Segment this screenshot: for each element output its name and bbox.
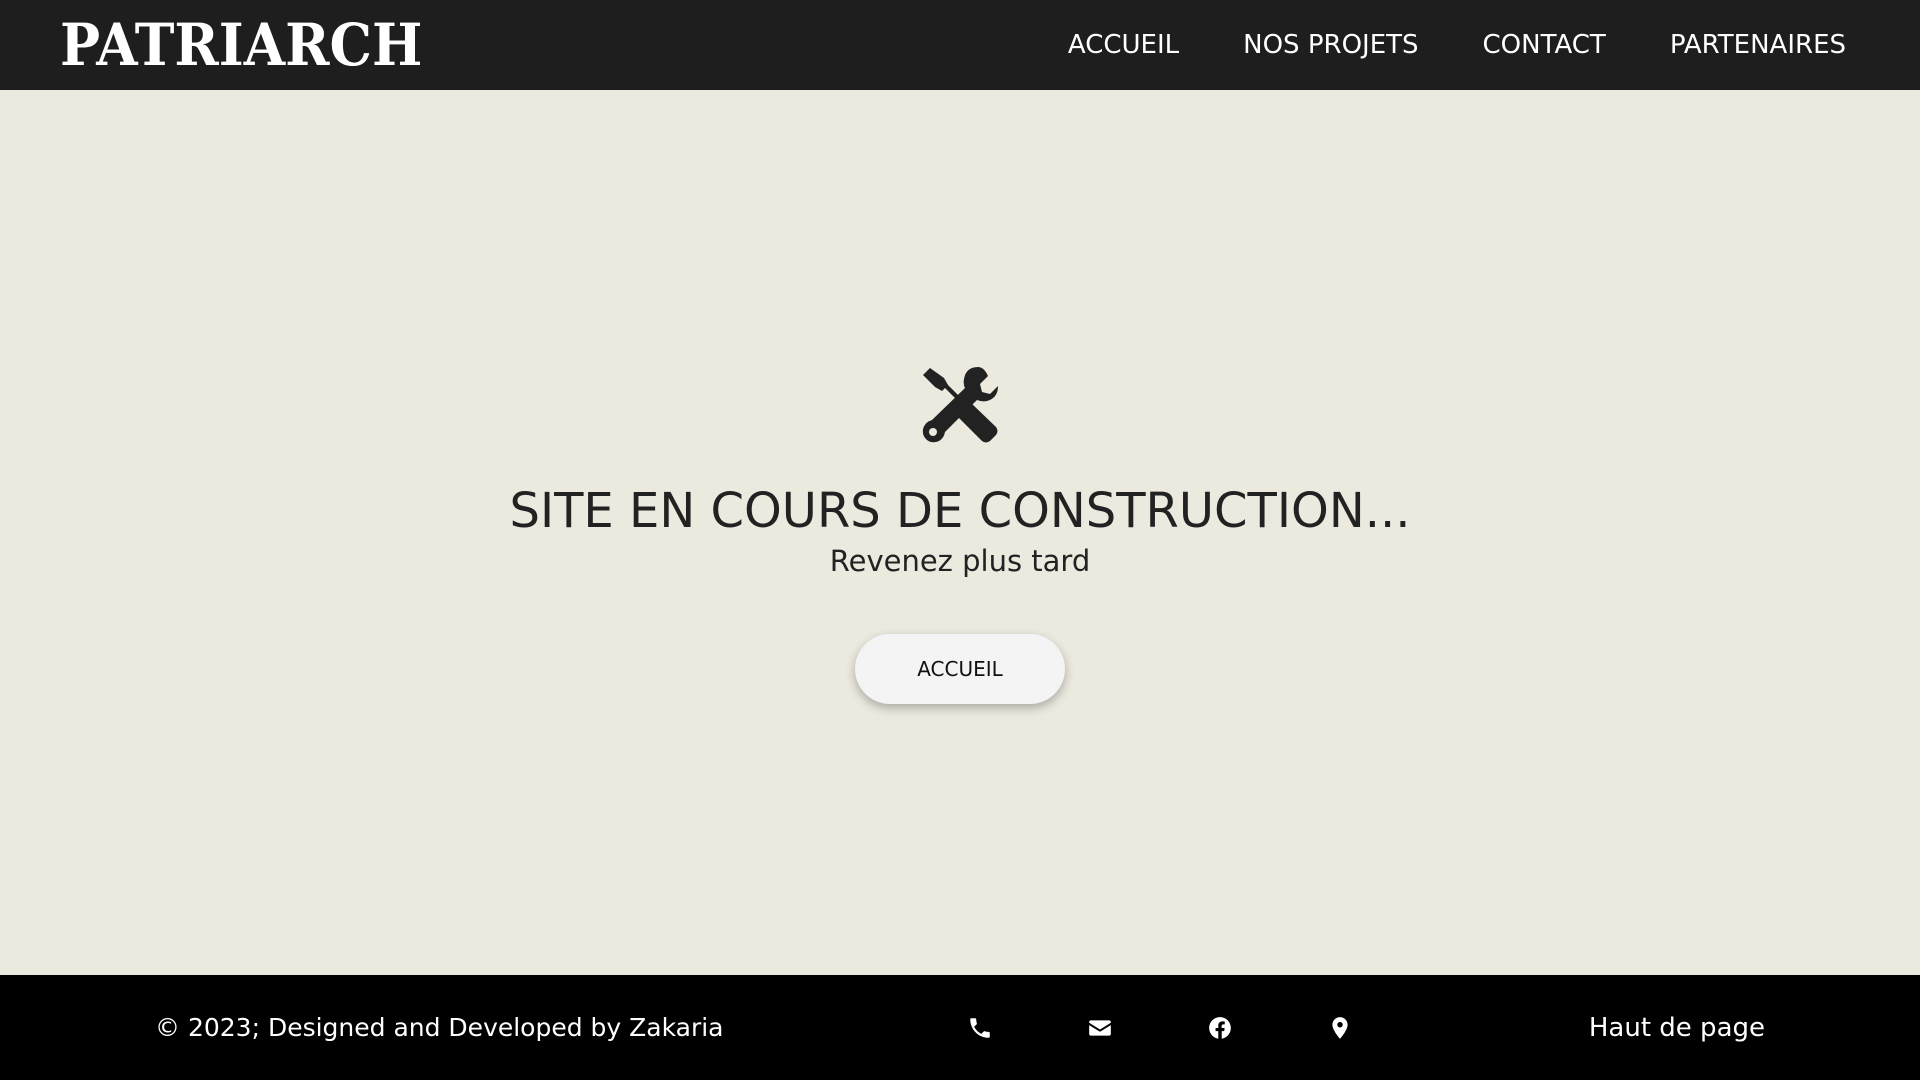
main-content: SITE EN COURS DE CONSTRUCTION... Revenez… [0,90,1920,975]
email-link[interactable] [1040,975,1160,1080]
page-subtitle: Revenez plus tard [829,544,1091,578]
phone-icon [970,1017,990,1038]
tools-icon [922,367,998,443]
facebook-icon [1209,1016,1231,1039]
nav-item-contact[interactable]: CONTACT [1483,30,1606,60]
back-to-top-link[interactable]: Haut de page [1589,975,1765,1080]
main-nav: ACCUEIL NOS PROJETS CONTACT PARTENAIRES [1068,30,1846,60]
nav-item-accueil[interactable]: ACCUEIL [1068,30,1179,60]
nav-item-partenaires[interactable]: PARTENAIRES [1670,30,1846,60]
nav-item-nos-projets[interactable]: NOS PROJETS [1243,30,1418,60]
facebook-link[interactable] [1160,975,1280,1080]
phone-link[interactable] [920,975,1040,1080]
brand-logo[interactable]: PATRIARCH [60,16,422,74]
site-header: PATRIARCH ACCUEIL NOS PROJETS CONTACT PA… [0,0,1920,90]
home-button[interactable]: ACCUEIL [855,634,1065,704]
envelope-icon [1089,1019,1111,1036]
copyright-text: © 2023; Designed and Developed by Zakari… [155,1013,724,1042]
site-footer: © 2023; Designed and Developed by Zakari… [0,975,1920,1080]
location-link[interactable] [1280,975,1400,1080]
page-title: SITE EN COURS DE CONSTRUCTION... [509,483,1411,539]
footer-social-links [920,975,1400,1080]
map-marker-icon [1332,1016,1348,1039]
